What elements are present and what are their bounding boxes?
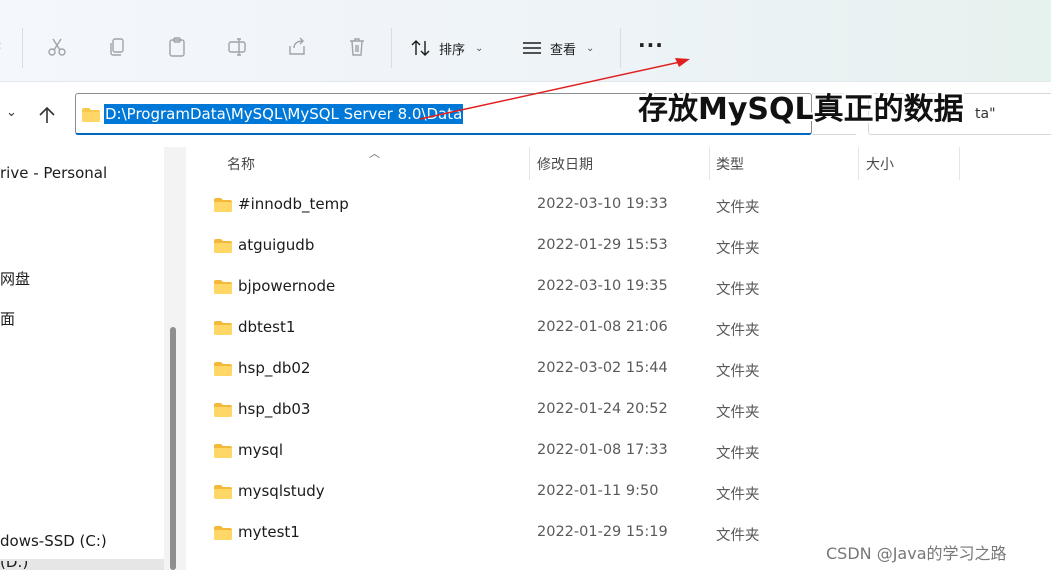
watermark-text: CSDN @Java的学习之路 — [826, 544, 1007, 563]
annotation-label: 存放MySQL真正的数据 — [638, 92, 964, 127]
